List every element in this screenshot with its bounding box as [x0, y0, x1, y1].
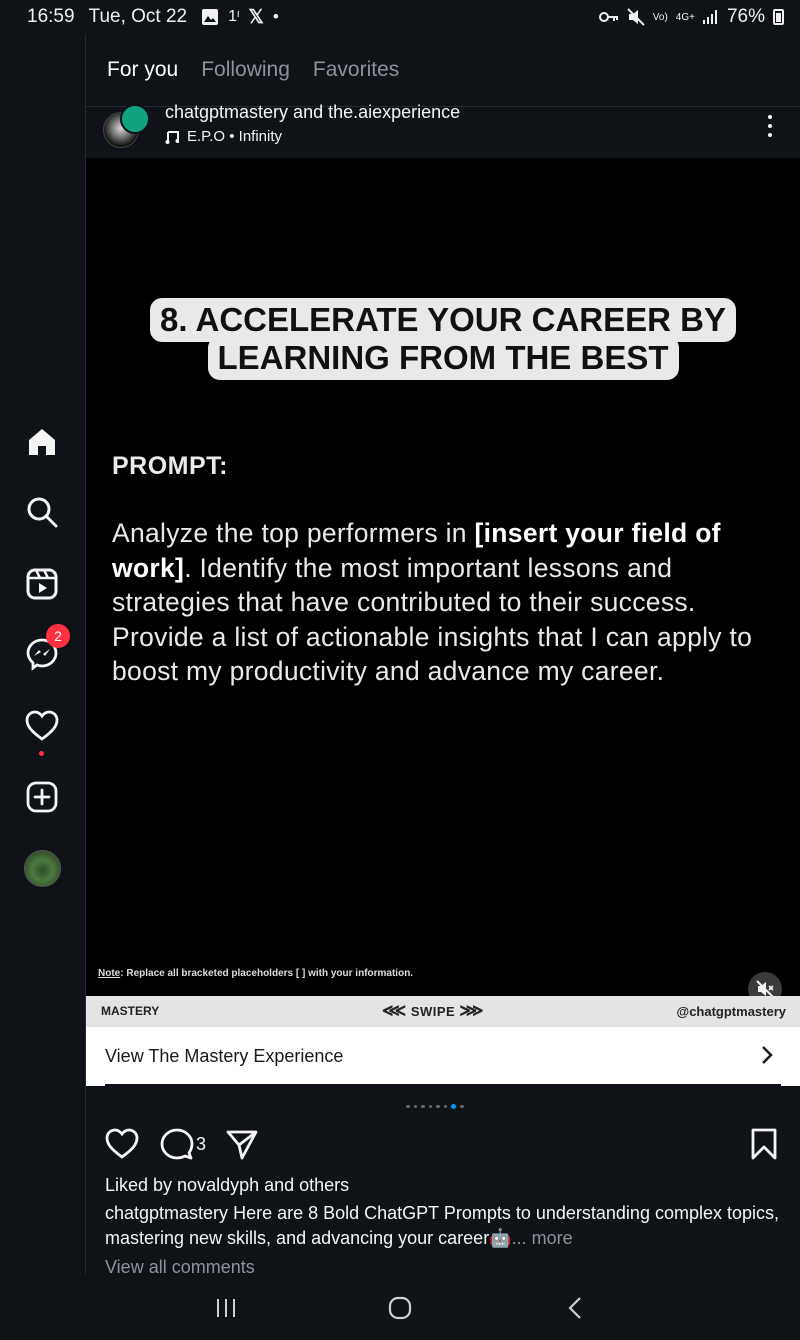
save-button[interactable]: [747, 1126, 781, 1162]
comment-count: 3: [196, 1133, 207, 1154]
heart-outline-icon: [105, 1128, 139, 1159]
muted-speaker-icon: [756, 980, 774, 996]
reels-icon: [26, 568, 58, 600]
home-icon: [29, 429, 55, 455]
carousel-dot: [443, 1104, 447, 1109]
like-button[interactable]: [105, 1126, 139, 1162]
footer-handle: @chatgptmastery: [676, 1004, 786, 1019]
collab-avatar[interactable]: [120, 104, 150, 134]
sidebar-item-profile-avatar[interactable]: [24, 850, 61, 887]
notification-icon: 1ᶦ: [228, 8, 240, 25]
chevron-right-icon: [762, 1046, 773, 1064]
status-time: 16:59: [27, 6, 75, 27]
sidebar-item-reels[interactable]: [22, 564, 62, 604]
cta-link[interactable]: View The Mastery Experience: [86, 1027, 800, 1086]
music-note-icon: [165, 130, 179, 144]
recents-icon: [217, 1299, 235, 1317]
tab-for-you[interactable]: For you: [107, 58, 178, 82]
cta-label: View The Mastery Experience: [105, 1046, 344, 1066]
home-circle-icon: [388, 1296, 412, 1320]
dot-icon: •: [272, 7, 279, 26]
footer-swipe: ⋘ SWIPE ⋙: [382, 1001, 485, 1020]
status-date: Tue, Oct 22: [88, 6, 188, 27]
sidebar-item-create[interactable]: [22, 777, 62, 817]
status-bar: 16:59 Tue, Oct 22 1ᶦ 𝕏 • Vo) 4G+ 76%: [0, 0, 800, 34]
sidebar-item-notifications[interactable]: [22, 706, 62, 756]
send-icon: [226, 1130, 258, 1160]
post-caption: chatgptmastery Here are 8 Bold ChatGPT P…: [105, 1201, 785, 1251]
post-header: chatgptmastery and the.aiexperience E.P.…: [86, 100, 800, 158]
carousel-dot: [451, 1104, 456, 1109]
volte-label: Vo): [652, 11, 668, 23]
x-icon: 𝕏: [248, 6, 264, 28]
likes-text[interactable]: Liked by novaldyph and others: [105, 1175, 349, 1196]
tab-favorites[interactable]: Favorites: [313, 58, 399, 82]
bookmark-icon: [751, 1128, 777, 1160]
media-footer-bar: MASTERY ⋘ SWIPE ⋙ @chatgptmastery: [86, 996, 800, 1027]
carousel-dot: [413, 1104, 417, 1109]
home-button[interactable]: [388, 1294, 412, 1322]
recent-apps-button[interactable]: [214, 1294, 238, 1322]
media-headline-line2: LEARNING FROM THE BEST: [86, 336, 800, 380]
sidebar-item-messages[interactable]: 2: [22, 624, 70, 674]
comment-icon: [160, 1128, 194, 1160]
cta-underline: [105, 1084, 781, 1086]
sidebar-item-search[interactable]: [22, 492, 62, 532]
system-nav-bar: [0, 1274, 800, 1340]
mute-status-icon: [627, 8, 645, 26]
search-icon: [27, 497, 58, 528]
carousel-dot: [421, 1104, 425, 1109]
music-label: E.P.O • Infinity: [187, 128, 283, 145]
network-type: 4G+: [675, 11, 695, 23]
mute-toggle-button[interactable]: [748, 972, 782, 996]
sidebar-item-home[interactable]: [22, 422, 62, 462]
carousel-dot: [436, 1104, 440, 1109]
prompt-label: PROMPT:: [112, 452, 228, 480]
share-button[interactable]: [225, 1126, 259, 1162]
more-options-button[interactable]: [760, 112, 780, 140]
create-icon: [26, 781, 58, 813]
key-icon: [598, 12, 618, 22]
notification-dot: [39, 751, 44, 756]
sidebar: 2: [0, 34, 86, 1274]
post-music[interactable]: E.P.O • Infinity: [165, 128, 282, 145]
footer-brand: MASTERY: [101, 1004, 160, 1018]
comment-button[interactable]: 3: [160, 1126, 206, 1162]
post-usernames[interactable]: chatgptmastery and the.aiexperience: [165, 102, 460, 123]
battery-percent: 76%: [726, 6, 765, 27]
battery-icon: [773, 9, 784, 25]
gallery-icon: [202, 9, 219, 25]
post-media[interactable]: 8. ACCELERATE YOUR CAREER BY LEARNING FR…: [86, 158, 800, 996]
caption-more-link[interactable]: ... more: [512, 1228, 573, 1248]
carousel-dot: [428, 1104, 432, 1109]
back-icon: [568, 1297, 581, 1319]
caption-username[interactable]: chatgptmastery: [105, 1203, 228, 1223]
heart-icon: [25, 710, 59, 741]
carousel-dot: [460, 1104, 464, 1109]
carousel-dot: [406, 1104, 410, 1109]
messages-badge: 2: [46, 624, 70, 648]
tab-following[interactable]: Following: [201, 58, 290, 82]
post-actions: 3: [105, 1126, 785, 1162]
signal-icon: [702, 10, 717, 24]
feed-tabs: For you Following Favorites: [107, 58, 399, 82]
carousel-indicator: [406, 1104, 464, 1109]
media-note: Note: Replace all bracketed placeholders…: [98, 968, 414, 979]
back-button[interactable]: [566, 1294, 584, 1322]
prompt-body: Analyze the top performers in [insert yo…: [112, 518, 753, 687]
